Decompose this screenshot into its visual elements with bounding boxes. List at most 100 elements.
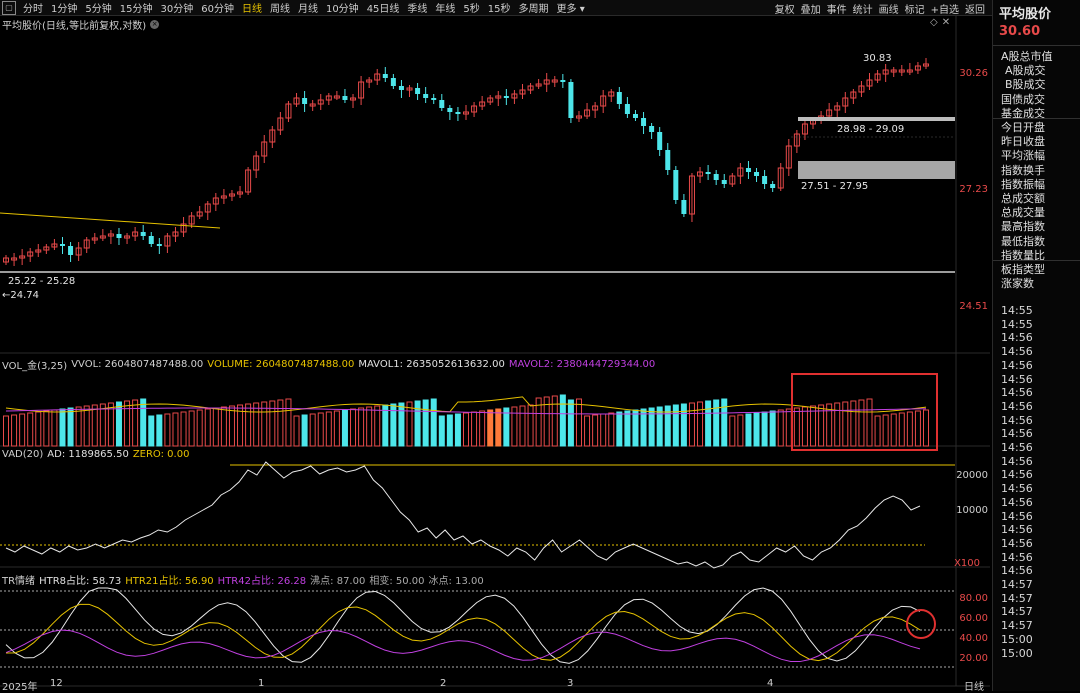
volume-bar bbox=[890, 413, 897, 447]
volume-bar bbox=[906, 411, 913, 447]
sidebar-time: 14:57 bbox=[1001, 578, 1033, 591]
vad-line bbox=[5, 461, 921, 569]
low-annotation: ←24.74 bbox=[2, 290, 40, 301]
volume-bar bbox=[91, 404, 98, 447]
volume-bar bbox=[608, 412, 615, 447]
sidebar-time: 14:56 bbox=[1001, 468, 1033, 482]
volume-bar bbox=[414, 400, 421, 447]
vol-mavol2: MAVOL2: 2380444729344.00 bbox=[508, 359, 656, 370]
volume-bar bbox=[188, 410, 195, 447]
sidebar-time: 15:00 bbox=[1001, 632, 1033, 646]
zone-lower-label: 27.51 - 27.95 bbox=[801, 181, 869, 192]
candle-down bbox=[705, 172, 711, 174]
tr-axis-80: 80.00 bbox=[959, 593, 988, 604]
tr-htr21: HTR21占比: 56.90 bbox=[125, 576, 214, 587]
volume-bar bbox=[220, 406, 227, 447]
volume-bar bbox=[156, 414, 163, 447]
candle-down bbox=[665, 150, 671, 170]
volume-bar bbox=[858, 399, 865, 447]
volume-bar bbox=[462, 412, 470, 447]
sidebar-time: 14:56 bbox=[1001, 536, 1033, 550]
candle-down bbox=[423, 94, 429, 98]
volume-bar bbox=[196, 409, 203, 447]
volume-bar bbox=[850, 400, 857, 447]
zone-upper-box bbox=[798, 117, 955, 121]
volume-bar bbox=[551, 395, 558, 447]
volume-bar bbox=[140, 398, 147, 447]
sidebar-price: 30.60 bbox=[999, 24, 1041, 39]
candle-down bbox=[431, 98, 437, 100]
volume-bar bbox=[487, 409, 494, 447]
tr-axis-20: 20.00 bbox=[959, 653, 988, 664]
vol-name: VOL_金(3,25) bbox=[2, 361, 68, 372]
volume-bar bbox=[180, 411, 187, 447]
volume-bar bbox=[309, 413, 316, 447]
volume-bar bbox=[922, 409, 930, 447]
candle-down bbox=[59, 244, 65, 246]
price-axis-mid: 27.23 bbox=[959, 184, 988, 195]
volume-bar bbox=[83, 405, 90, 447]
vol-volume: VOLUME: 2604807487488.00 bbox=[207, 359, 355, 370]
candle-down bbox=[140, 232, 146, 236]
volume-bar bbox=[882, 414, 889, 447]
sidebar-title: 平均股价 bbox=[999, 7, 1052, 22]
candle-down bbox=[415, 88, 421, 94]
volume-bar bbox=[341, 409, 348, 447]
volume-bar bbox=[293, 415, 300, 447]
volume-bar bbox=[325, 411, 332, 447]
sidebar-time: 14:56 bbox=[1001, 454, 1033, 468]
vad-header: VAD(20) AD: 1189865.50 ZERO: 0.00 bbox=[2, 449, 189, 460]
tr-htr8: HTR8占比: 58.73 bbox=[39, 576, 122, 587]
volume-bar bbox=[99, 403, 106, 447]
volume-bar bbox=[366, 406, 373, 447]
volume-bar bbox=[729, 415, 736, 447]
sidebar-time: 14:55 bbox=[1001, 304, 1033, 317]
zone-bottom-label: 25.22 - 25.28 bbox=[8, 276, 76, 287]
volume-bar bbox=[616, 411, 623, 447]
volume-bar bbox=[697, 401, 704, 447]
volume-bar bbox=[688, 402, 695, 447]
volume-bar bbox=[527, 404, 534, 447]
volume-bar bbox=[148, 415, 155, 447]
vad-name: VAD(20) bbox=[2, 449, 44, 460]
tr-boil: 沸点: 87.00 bbox=[310, 576, 366, 587]
candle-down bbox=[649, 126, 655, 132]
price-axis-low: 24.51 bbox=[959, 301, 988, 312]
volume-bar bbox=[874, 415, 881, 447]
htr42-line bbox=[5, 629, 921, 663]
volume-bar bbox=[471, 411, 478, 447]
candle-down bbox=[560, 80, 566, 82]
sidebar-time: 14:56 bbox=[1001, 482, 1033, 496]
vad-zero: ZERO: 0.00 bbox=[132, 449, 190, 460]
volume-bar bbox=[479, 410, 486, 447]
volume-bar bbox=[406, 401, 413, 447]
volume-bar bbox=[567, 399, 574, 447]
price-axis-top: 30.26 bbox=[959, 68, 988, 79]
tr-axis-60: 60.00 bbox=[959, 613, 988, 624]
sidebar-time: 14:57 bbox=[1001, 619, 1033, 633]
volume-bar bbox=[834, 402, 841, 447]
sidebar-divider bbox=[993, 45, 1080, 46]
sidebar-time: 14:57 bbox=[1001, 591, 1033, 605]
volume-bar bbox=[519, 405, 526, 447]
x-label-12: 12 bbox=[50, 678, 63, 689]
sidebar-time: 15:00 bbox=[1001, 646, 1033, 660]
chart-canvas[interactable] bbox=[0, 0, 990, 691]
zone-upper-label: 28.98 - 29.09 bbox=[837, 124, 905, 135]
volume-bar bbox=[761, 411, 768, 447]
volume-bar bbox=[495, 408, 502, 447]
candle-down bbox=[342, 96, 348, 100]
x-label-1: 1 bbox=[258, 678, 265, 689]
htr8-line bbox=[5, 587, 921, 664]
volume-bar bbox=[592, 414, 599, 447]
volume-bar bbox=[559, 394, 566, 447]
volume-bar bbox=[640, 408, 647, 447]
vad-axis-10000: 10000 bbox=[956, 505, 988, 516]
volume-bar bbox=[269, 400, 276, 447]
sidebar-time: 14:56 bbox=[1001, 386, 1033, 400]
volume-bar bbox=[11, 414, 18, 447]
volume-bar bbox=[43, 410, 50, 447]
tr-header: TR情绪 HTR8占比: 58.73 HTR21占比: 56.90 HTR42占… bbox=[2, 572, 484, 587]
candle-down bbox=[762, 176, 768, 184]
tr-ice: 冰点: 13.00 bbox=[428, 576, 484, 587]
